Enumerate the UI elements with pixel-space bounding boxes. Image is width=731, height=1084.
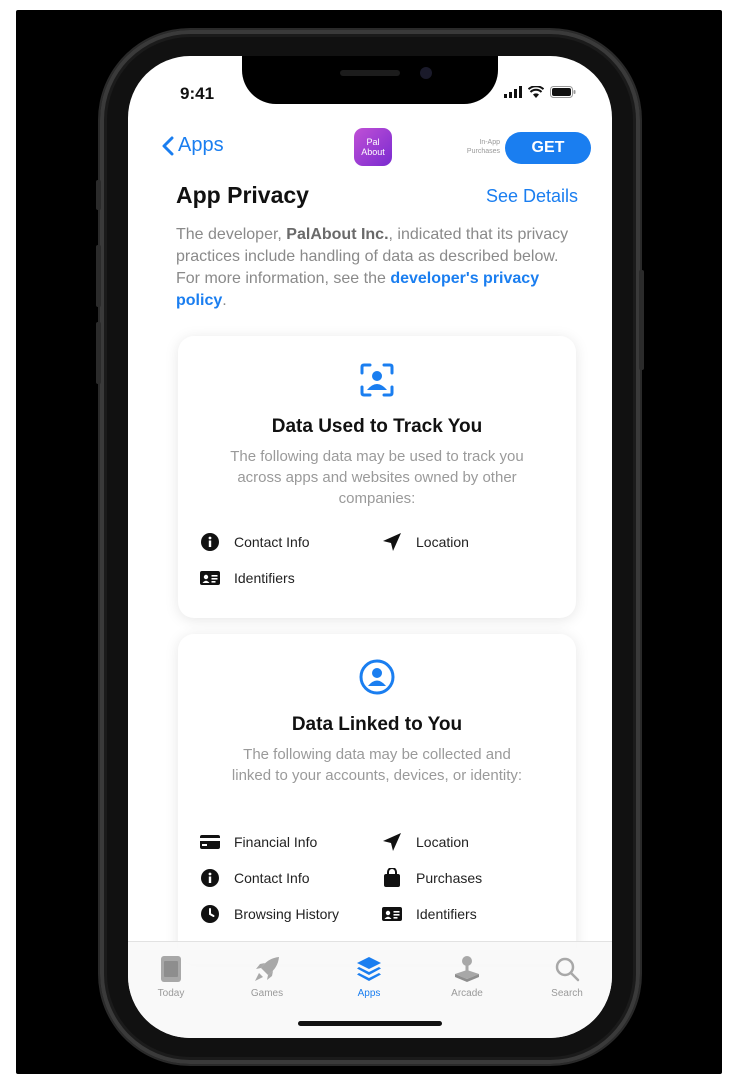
linked-item-identifiers: Identifiers xyxy=(382,904,477,924)
tab-label: Search xyxy=(551,988,583,999)
app-icon-text-2: About xyxy=(361,147,385,157)
linked-item-browsing-history: Browsing History xyxy=(200,904,339,924)
item-label: Browsing History xyxy=(234,906,340,922)
notch xyxy=(242,56,498,104)
see-details-link[interactable]: See Details xyxy=(486,186,578,207)
location-arrow-icon xyxy=(382,532,402,552)
info-icon xyxy=(200,868,220,888)
in-app-purchases-note: In-App Purchases xyxy=(444,138,500,156)
tab-arcade[interactable]: Arcade xyxy=(432,952,502,999)
home-indicator[interactable] xyxy=(298,1021,442,1026)
tab-bar: Today Games Apps Arcade Search xyxy=(128,941,612,1038)
back-label: Apps xyxy=(178,134,224,156)
item-label: Contact Info xyxy=(234,870,310,886)
credit-card-icon xyxy=(200,832,220,852)
id-card-icon xyxy=(200,568,220,588)
desc-text-3: . xyxy=(222,292,227,309)
item-label: Purchases xyxy=(416,870,483,886)
clock-icon xyxy=(200,904,220,924)
page-title: App Privacy xyxy=(176,182,309,208)
back-button[interactable]: Apps xyxy=(162,134,224,157)
shopping-bag-icon xyxy=(382,868,402,888)
tab-today[interactable]: Today xyxy=(136,952,206,999)
item-label: Financial Info xyxy=(234,834,318,850)
phone-screen: 9:41 Apps Pal About In-App Purchases GET… xyxy=(128,56,612,1038)
linked-card-title: Data Linked to You xyxy=(291,714,463,735)
linked-item-contact-info: Contact Info xyxy=(200,868,310,888)
item-label: Location xyxy=(416,834,469,850)
desc-text-1: The developer, xyxy=(176,226,287,243)
chevron-left-icon xyxy=(162,136,174,155)
joystick-icon xyxy=(455,956,479,982)
person-circle-icon xyxy=(358,658,396,701)
linked-card[interactable]: Data Linked to You The following data ma… xyxy=(178,634,576,964)
linked-card-subtitle: The following data may be collected and … xyxy=(231,746,523,784)
search-icon xyxy=(555,957,580,982)
id-card-icon xyxy=(382,904,402,924)
track-item-contact-info: Contact Info xyxy=(200,532,310,552)
developer-name: PalAbout Inc. xyxy=(286,226,389,243)
tracking-icon xyxy=(359,362,395,403)
app-icon-text-1: Pal xyxy=(366,137,380,147)
tab-search[interactable]: Search xyxy=(532,952,602,999)
get-button[interactable]: GET xyxy=(505,132,591,164)
track-card-title: Data Used to Track You xyxy=(271,416,483,437)
status-icons xyxy=(504,86,576,98)
wifi-icon xyxy=(528,86,544,98)
linked-item-financial-info: Financial Info xyxy=(200,832,317,852)
battery-icon xyxy=(550,86,576,98)
app-icon[interactable]: Pal About xyxy=(354,128,392,166)
item-label: Contact Info xyxy=(234,534,310,550)
tab-label: Arcade xyxy=(451,988,483,999)
info-icon xyxy=(200,532,220,552)
item-label: Location xyxy=(416,534,469,550)
iap-line-2: Purchases xyxy=(466,148,500,155)
signal-icon xyxy=(504,86,522,98)
item-label: Identifiers xyxy=(234,570,295,586)
tab-apps[interactable]: Apps xyxy=(334,952,404,999)
tab-label: Apps xyxy=(357,988,381,999)
rocket-icon xyxy=(255,957,279,981)
item-label: Identifiers xyxy=(416,906,477,922)
track-card-subtitle: The following data may be used to track … xyxy=(230,448,524,507)
track-item-identifiers: Identifiers xyxy=(200,568,295,588)
linked-item-location: Location xyxy=(382,832,469,852)
track-card[interactable]: Data Used to Track You The following dat… xyxy=(178,336,576,618)
today-icon xyxy=(161,956,181,982)
tab-games[interactable]: Games xyxy=(232,952,302,999)
iap-line-1: In-App xyxy=(479,139,500,146)
location-arrow-icon xyxy=(382,832,402,852)
track-item-location: Location xyxy=(382,532,469,552)
tab-label: Games xyxy=(250,988,284,999)
linked-item-purchases: Purchases xyxy=(382,868,482,888)
status-time: 9:41 xyxy=(180,84,215,103)
privacy-description: The developer, PalAbout Inc., indicated … xyxy=(176,224,584,312)
layers-icon xyxy=(357,957,381,981)
tab-label: Today xyxy=(157,988,185,999)
